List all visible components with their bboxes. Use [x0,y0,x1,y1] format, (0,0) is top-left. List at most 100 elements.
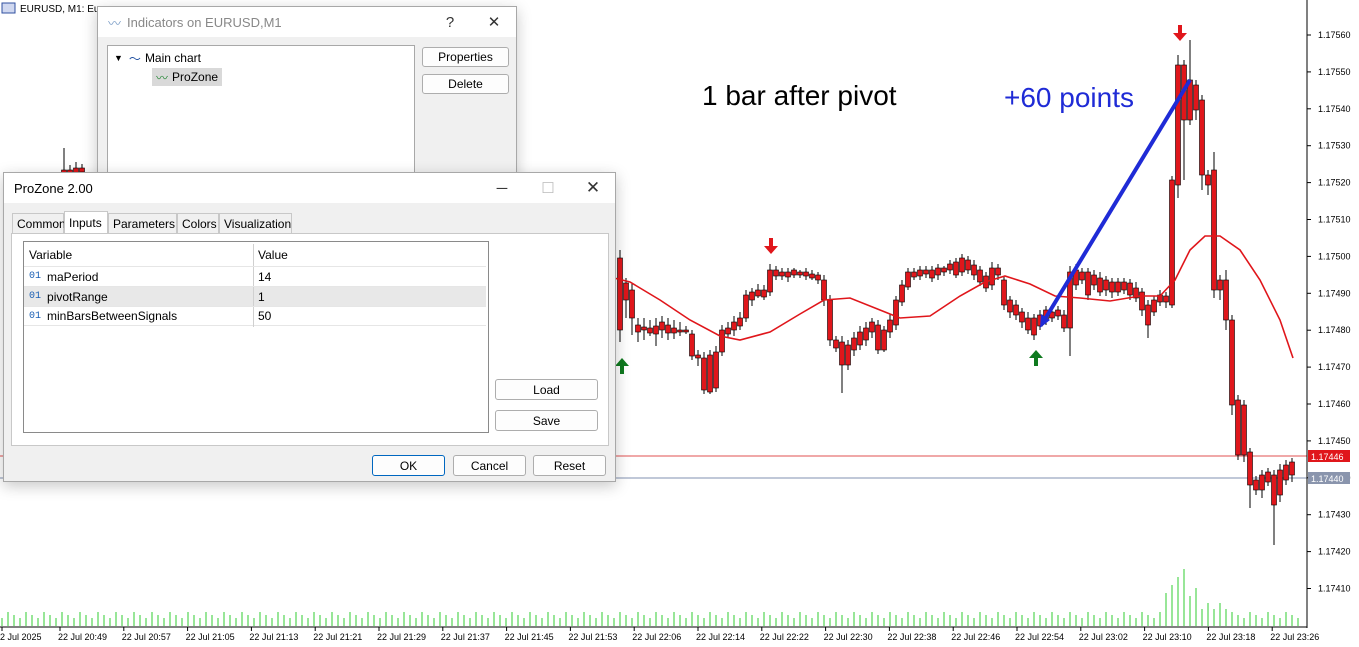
candle-body [761,289,767,298]
candle-body [1289,461,1295,476]
candle-body [683,329,689,333]
indicators-titlebar[interactable]: 〰 Indicators on EURUSD,M1 ? ✕ [98,7,516,37]
price-label: 1.17490 [1318,288,1351,298]
row-divider [253,287,254,307]
candle-body [659,321,665,331]
row-divider [253,307,254,327]
time-label: 22 Jul 22:22 [760,632,809,642]
candle-body [797,271,803,276]
candle-body [1217,279,1223,291]
param-value[interactable]: 14 [258,270,271,284]
ok-button[interactable]: OK [372,455,445,476]
minimize-icon[interactable]: ─ [488,177,516,199]
delete-button[interactable]: Delete [422,74,509,94]
candle-body [977,269,983,283]
candle-body [653,325,659,335]
price-label: 1.17550 [1318,67,1351,77]
candle-body [773,269,779,277]
price-label: 1.17510 [1318,215,1351,225]
properties-button[interactable]: Properties [422,47,509,67]
candle-body [1001,279,1007,306]
price-label: 1.17560 [1318,30,1351,40]
candle-body [875,324,881,351]
time-label: 22 Jul 21:05 [186,632,235,642]
candle-body [731,321,737,331]
candle-body [827,299,833,341]
candle-body [935,267,941,276]
tab-common[interactable]: Common [12,213,66,233]
cancel-button[interactable]: Cancel [453,455,526,476]
candle-body [785,271,791,278]
candle-body [1259,474,1265,491]
row-divider [253,267,254,287]
candle-body [755,289,761,297]
price-axis: 1.17560 1.17550 1.17540 1.17530 1.17520 1.175… [1307,30,1351,594]
candle-body [929,269,935,279]
candle-body [1079,271,1085,281]
chevron-down-icon[interactable]: ▼ [114,53,123,63]
candle-body [677,329,683,333]
time-label: 2 Jul 2025 [0,632,42,642]
sell-arrow-icon [764,238,778,254]
candle-body [1091,274,1097,286]
candle-body [815,274,821,281]
candle-body [869,321,875,333]
candle-body [1019,311,1025,323]
time-axis: 2 Jul 2025 22 Jul 20:49 22 Jul 20:57 22 Jul… [0,627,1319,642]
prozone-titlebar[interactable]: ProZone 2.00 ─ ☐ ✕ [4,173,615,203]
tab-colors[interactable]: Colors [177,213,219,233]
param-value[interactable]: 50 [258,309,271,323]
tree-child-label: ProZone [172,70,219,84]
candle-body [1229,319,1235,406]
table-row[interactable]: 01 maPeriod 14 [24,266,486,287]
save-button[interactable]: Save [495,410,598,431]
candle-body [1211,169,1217,291]
tree-root-label: Main chart [144,51,201,65]
candle-body [899,284,905,303]
close-icon[interactable]: ✕ [480,11,508,33]
grid-header: Variable Value [24,244,486,266]
inputs-grid[interactable]: Variable Value 01 maPeriod 14 01 pivotRang… [23,241,489,433]
candle-body [719,329,725,353]
indicator-icon: 〰 [156,70,169,85]
tree-item-prozone[interactable]: 〰 ProZone [152,68,223,86]
candle-body [701,357,707,391]
candle-body [1025,317,1031,331]
param-value[interactable]: 1 [258,290,265,304]
candle-body [1151,299,1157,313]
time-label: 22 Jul 20:49 [58,632,107,642]
reset-button[interactable]: Reset [533,455,606,476]
param-name: pivotRange [47,289,108,304]
candle-body [1205,174,1211,186]
candle-body [1283,464,1289,481]
chart-icon: 〜 [128,51,141,66]
candle-body [959,257,965,273]
candle-body [971,264,977,276]
tab-visualization[interactable]: Visualization [219,213,292,233]
column-header-value[interactable]: Value [258,248,288,262]
column-header-variable[interactable]: Variable [29,248,72,262]
help-button[interactable]: ? [436,11,464,33]
maximize-icon[interactable]: ☐ [534,177,562,199]
table-row[interactable]: 01 pivotRange 1 [24,286,486,307]
tab-inputs[interactable]: Inputs [64,211,108,233]
close-icon[interactable]: ✕ [579,177,607,199]
chart-flag-icon [1,2,16,14]
candle-body [671,327,677,334]
annotation-left: 1 bar after pivot [702,80,897,111]
candle-body [989,267,995,286]
candle-body [1127,282,1133,296]
prozone-title: ProZone 2.00 [14,180,93,196]
price-label: 1.17460 [1318,399,1351,409]
tree-item-main-chart[interactable]: ▼ 〜 Main chart [114,50,201,66]
candle-body [743,294,749,319]
candle-body [1235,399,1241,456]
table-row[interactable]: 01 minBarsBetweenSignals 50 [24,306,486,327]
candle-body [1169,179,1175,306]
indicators-icon: 〰 [108,15,122,31]
candle-body [1163,295,1169,303]
buy-arrow-icon [615,358,629,374]
load-button[interactable]: Load [495,379,598,400]
candle-body [1253,479,1259,491]
tab-parameters[interactable]: Parameters [108,213,177,233]
